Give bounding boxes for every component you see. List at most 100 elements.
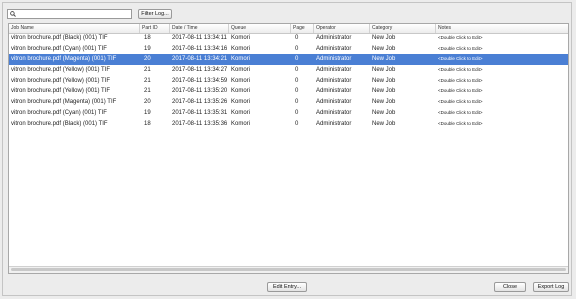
queue-cell: Komori [231, 56, 251, 63]
scrollbar-thumb[interactable] [11, 268, 566, 271]
part-id-cell: 21 [144, 88, 151, 95]
log-table: Job Name Part ID Date / Time Queue Page … [8, 23, 569, 274]
queue-cell: Komori [231, 120, 251, 127]
column-header-date-time[interactable]: Date / Time [170, 24, 229, 33]
date-time-cell: 2017-08-11 13:35:31 [172, 109, 228, 116]
column-header-queue[interactable]: Queue [229, 24, 291, 33]
queue-cell: Komori [231, 77, 251, 84]
category-cell: New Job [372, 67, 396, 74]
job-name-cell: vitron brochure.pdf (Magenta) (001) TIF [11, 56, 117, 63]
part-id-cell: 20 [144, 99, 151, 106]
job-name-cell: vitron brochure.pdf (Yellow) (001) TIF [11, 67, 111, 74]
page-cell: 0 [295, 35, 299, 41]
horizontal-scrollbar[interactable] [9, 266, 568, 273]
search-input[interactable] [18, 10, 130, 18]
operator-cell: Administrator [316, 56, 352, 63]
category-cell: New Job [372, 120, 396, 127]
operator-cell: Administrator [316, 35, 352, 41]
page-cell: 0 [295, 99, 299, 106]
job-name-cell: vitron brochure.pdf (Black) (001) TIF [11, 120, 108, 127]
category-cell: New Job [372, 77, 396, 84]
table-row[interactable]: vitron brochure.pdf (Yellow) (001) TIF 21… [9, 65, 568, 76]
date-time-cell: 2017-08-11 13:34:27 [172, 67, 228, 74]
job-name-cell: vitron brochure.pdf (Cyan) (001) TIF [11, 45, 107, 52]
column-header-part-id[interactable]: Part ID [140, 24, 170, 33]
part-id-cell: 18 [144, 35, 151, 41]
page-cell: 0 [295, 77, 299, 84]
job-name-cell: vitron brochure.pdf (Magenta) (001) TIF [11, 99, 117, 106]
notes-cell[interactable]: <Double Click to Edit> [436, 119, 568, 130]
part-id-cell: 21 [144, 77, 151, 84]
search-icon [10, 11, 16, 17]
date-time-cell: 2017-08-11 13:35:20 [172, 88, 228, 95]
page-cell: 0 [295, 45, 299, 52]
category-cell: New Job [372, 99, 396, 106]
category-cell: New Job [372, 88, 396, 95]
queue-cell: Komori [231, 109, 251, 116]
date-time-cell: 2017-08-11 13:35:36 [172, 120, 228, 127]
table-row[interactable]: vitron brochure.pdf (Black) (001) TIF 18 2… [9, 33, 568, 44]
date-time-cell: 2017-08-11 13:35:26 [172, 99, 228, 106]
page-cell: 0 [295, 56, 299, 63]
edit-entry-button[interactable]: Edit Entry... [267, 282, 307, 292]
part-id-cell: 21 [144, 67, 151, 74]
job-name-cell: vitron brochure.pdf (Yellow) (001) TIF [11, 88, 111, 95]
table-row[interactable]: vitron brochure.pdf (Magenta) (001) TIF 2… [9, 54, 568, 66]
table-row[interactable]: vitron brochure.pdf (Yellow) (001) TIF 21… [9, 76, 568, 87]
close-button[interactable]: Close [494, 282, 526, 292]
part-id-cell: 18 [144, 120, 151, 127]
table-row[interactable]: vitron brochure.pdf (Black) (001) TIF 18 2… [9, 119, 568, 130]
job-name-cell: vitron brochure.pdf (Yellow) (001) TIF [11, 77, 111, 84]
part-id-cell: 19 [144, 109, 151, 116]
notes-cell[interactable]: <Double Click to Edit> [436, 33, 568, 44]
column-header-page[interactable]: Page [291, 24, 314, 33]
category-cell: New Job [372, 35, 396, 41]
category-cell: New Job [372, 109, 396, 116]
queue-cell: Komori [231, 35, 251, 41]
operator-cell: Administrator [316, 120, 352, 127]
part-id-cell: 20 [144, 56, 151, 63]
column-header-operator[interactable]: Operator [314, 24, 370, 33]
table-row[interactable]: vitron brochure.pdf (Cyan) (001) TIF 19 20… [9, 108, 568, 119]
page-cell: 0 [295, 67, 299, 74]
notes-cell[interactable]: <Double Click to Edit> [436, 97, 568, 108]
queue-cell: Komori [231, 45, 251, 52]
page-cell: 0 [295, 109, 299, 116]
operator-cell: Administrator [316, 67, 352, 74]
queue-cell: Komori [231, 88, 251, 95]
notes-cell[interactable]: <Double Click to Edit> [436, 54, 568, 65]
table-row[interactable]: vitron brochure.pdf (Cyan) (001) TIF 19 20… [9, 44, 568, 55]
notes-cell[interactable]: <Double Click to Edit> [436, 76, 568, 87]
category-cell: New Job [372, 45, 396, 52]
notes-cell[interactable]: <Double Click to Edit> [436, 44, 568, 55]
queue-cell: Komori [231, 99, 251, 106]
date-time-cell: 2017-08-11 13:34:59 [172, 77, 228, 84]
table-row[interactable]: vitron brochure.pdf (Magenta) (001) TIF 2… [9, 97, 568, 108]
job-name-cell: vitron brochure.pdf (Cyan) (001) TIF [11, 109, 107, 116]
table-body: vitron brochure.pdf (Black) (001) TIF 18 2… [9, 33, 568, 129]
column-header-category[interactable]: Category [370, 24, 436, 33]
date-time-cell: 2017-08-11 13:34:21 [172, 56, 228, 63]
category-cell: New Job [372, 56, 396, 63]
notes-cell[interactable]: <Double Click to Edit> [436, 108, 568, 119]
column-header-job-name[interactable]: Job Name [9, 24, 140, 33]
notes-cell[interactable]: <Double Click to Edit> [436, 86, 568, 97]
search-field[interactable] [7, 9, 132, 19]
page-cell: 0 [295, 88, 299, 95]
operator-cell: Administrator [316, 88, 352, 95]
operator-cell: Administrator [316, 99, 352, 106]
operator-cell: Administrator [316, 109, 352, 116]
notes-cell[interactable]: <Double Click to Edit> [436, 65, 568, 76]
queue-cell: Komori [231, 67, 251, 74]
column-header-notes[interactable]: Notes [436, 24, 568, 33]
job-name-cell: vitron brochure.pdf (Black) (001) TIF [11, 35, 108, 41]
operator-cell: Administrator [316, 45, 352, 52]
filter-log-button[interactable]: Filter Log... [138, 9, 172, 19]
date-time-cell: 2017-08-11 13:34:11 [172, 35, 227, 41]
page-cell: 0 [295, 120, 299, 127]
part-id-cell: 19 [144, 45, 151, 52]
date-time-cell: 2017-08-11 13:34:16 [172, 45, 228, 52]
table-row[interactable]: vitron brochure.pdf (Yellow) (001) TIF 21… [9, 86, 568, 97]
export-log-button[interactable]: Export Log [533, 282, 569, 292]
operator-cell: Administrator [316, 77, 352, 84]
